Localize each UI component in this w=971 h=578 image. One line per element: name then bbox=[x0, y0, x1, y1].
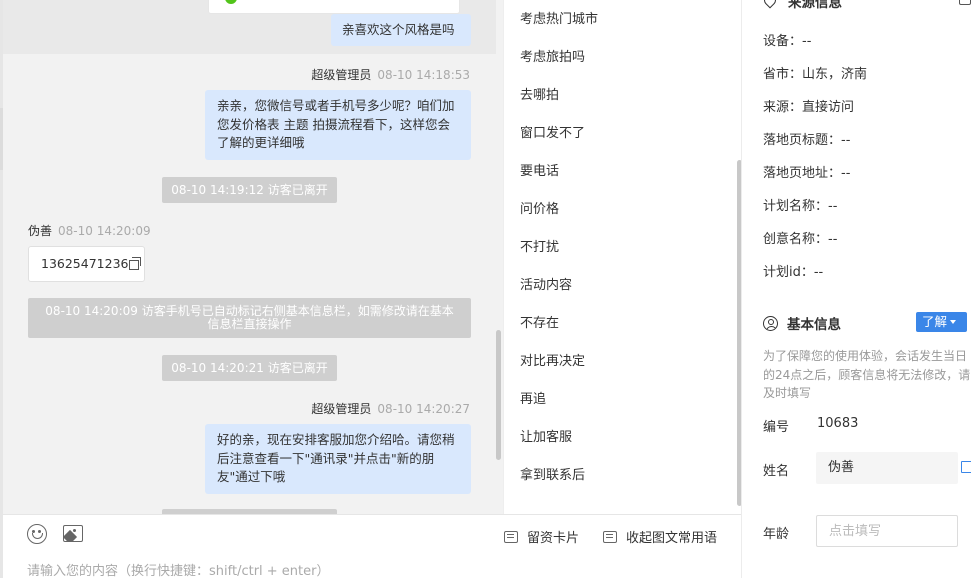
message-meta: 超级管理员 08-10 14:18:53 bbox=[311, 66, 470, 83]
phone-card[interactable]: 13625471236 bbox=[28, 246, 145, 282]
message-bubble: 亲亲，您微信号或者手机号多少呢？咱们加您发价格表 主题 拍摄流程看下，这样您会了… bbox=[205, 90, 471, 160]
message-time: 08-10 14:20:27 bbox=[377, 402, 470, 416]
source-plan-id: 计划id：-- bbox=[763, 265, 824, 280]
sender-name: 伪善 bbox=[28, 224, 53, 238]
chat-scrollbar[interactable] bbox=[496, 330, 501, 460]
quick-reply-item[interactable]: 问价格 bbox=[520, 198, 559, 217]
message-input[interactable] bbox=[27, 561, 727, 578]
collapse-phrases-button[interactable]: 收起图文常用语 bbox=[603, 527, 717, 546]
learn-more-label: 了解 bbox=[922, 314, 948, 329]
lead-card-button[interactable]: 留资卡片 bbox=[504, 527, 579, 546]
composer: 留资卡片 收起图文常用语 bbox=[3, 514, 741, 578]
system-notice: 08-10 14:20:09 访客手机号已自动标记右侧基本信息栏，如需修改请在基… bbox=[28, 298, 471, 338]
edit-icon[interactable] bbox=[961, 461, 971, 473]
quick-reply-item[interactable]: 要电话 bbox=[520, 160, 559, 179]
caret-down-icon bbox=[950, 320, 957, 324]
message-bubble: 好的亲，现在安排客服加您介绍哈。请您稍后注意查看一下"通讯录"并点击"新的朋友"… bbox=[205, 424, 471, 494]
edit-notice: 为了保障您的使用体验，会话发生当日的24点之后，顾客信息将无法修改，请及时填写 bbox=[763, 349, 971, 400]
message-bubble: 亲喜欢这个风格是吗 bbox=[331, 14, 471, 46]
quick-reply-item[interactable]: 考虑旅拍吗 bbox=[520, 46, 585, 65]
customer-info-panel: 来源信息 设备：-- 省市：山东，济南 来源：直接访问 落地页标题：-- 落地页… bbox=[742, 0, 971, 578]
quick-reply-item[interactable]: 活动内容 bbox=[520, 274, 572, 293]
card-icon bbox=[504, 531, 518, 543]
lead-card-label: 留资卡片 bbox=[527, 531, 580, 546]
source-origin: 来源：直接访问 bbox=[763, 100, 855, 115]
learn-more-button[interactable]: 了解 bbox=[916, 312, 967, 332]
top-popup bbox=[208, 0, 460, 14]
phrases-icon bbox=[603, 531, 617, 543]
quick-reply-list: 考虑热门城市 考虑旅拍吗 去哪拍 窗口发不了 要电话 问价格 不打扰 活动内容 … bbox=[503, 0, 743, 514]
id-label: 编号 bbox=[763, 420, 790, 435]
source-landing-url: 落地页地址：-- bbox=[763, 166, 851, 181]
message-time: 08-10 14:20:09 bbox=[58, 224, 151, 238]
sender-name: 超级管理员 bbox=[311, 402, 372, 416]
image-icon[interactable] bbox=[63, 525, 83, 542]
source-info-title: 来源信息 bbox=[788, 0, 842, 11]
quick-reply-item[interactable]: 让加客服 bbox=[520, 426, 572, 445]
user-icon bbox=[763, 316, 778, 331]
quick-reply-item[interactable]: 不存在 bbox=[520, 312, 559, 331]
quick-reply-item[interactable]: 拿到联系后 bbox=[520, 464, 585, 483]
basic-info-heading: 基本信息 bbox=[763, 313, 841, 333]
source-landing-title: 落地页标题：-- bbox=[763, 133, 851, 148]
left-edge bbox=[0, 0, 3, 578]
location-icon bbox=[761, 0, 779, 9]
app-window: 亲喜欢这个风格是吗 超级管理员 08-10 14:18:53 亲亲，您微信号或者手… bbox=[0, 0, 971, 578]
source-city: 省市：山东，济南 bbox=[763, 67, 868, 82]
sender-name: 超级管理员 bbox=[311, 68, 372, 82]
message-time: 08-10 14:18:53 bbox=[377, 68, 470, 82]
id-value: 10683 bbox=[817, 416, 859, 431]
success-icon bbox=[225, 0, 237, 4]
name-field[interactable]: 伪善 bbox=[816, 452, 958, 484]
message-meta: 超级管理员 08-10 14:20:27 bbox=[311, 400, 470, 417]
age-label: 年龄 bbox=[763, 527, 790, 542]
age-field[interactable] bbox=[816, 515, 958, 547]
phone-number: 13625471236 bbox=[41, 256, 129, 271]
edit-icon[interactable] bbox=[959, 0, 971, 5]
quick-reply-item[interactable]: 去哪拍 bbox=[520, 84, 559, 103]
system-notice: 08-10 14:19:12 访客已离开 bbox=[162, 177, 337, 203]
emoji-icon[interactable] bbox=[27, 524, 47, 544]
copy-icon[interactable] bbox=[129, 257, 142, 270]
quick-reply-item[interactable]: 考虑热门城市 bbox=[520, 8, 598, 27]
quick-reply-item[interactable]: 窗口发不了 bbox=[520, 122, 585, 141]
system-notice: 08-10 14:20:21 访客已离开 bbox=[162, 355, 337, 381]
source-plan-name: 计划名称：-- bbox=[763, 199, 838, 214]
source-creative-name: 创意名称：-- bbox=[763, 232, 838, 247]
quick-reply-item[interactable]: 对比再决定 bbox=[520, 350, 585, 369]
collapse-phrases-label: 收起图文常用语 bbox=[626, 531, 718, 546]
basic-info-title: 基本信息 bbox=[787, 317, 841, 333]
chat-panel: 亲喜欢这个风格是吗 超级管理员 08-10 14:18:53 亲亲，您微信号或者手… bbox=[0, 0, 503, 514]
message-meta: 伪善 08-10 14:20:09 bbox=[28, 222, 151, 239]
quick-reply-item[interactable]: 再追 bbox=[520, 388, 546, 407]
name-label: 姓名 bbox=[763, 464, 790, 479]
left-edge-tab bbox=[0, 108, 3, 170]
source-device: 设备：-- bbox=[763, 34, 812, 49]
quick-reply-item[interactable]: 不打扰 bbox=[520, 236, 559, 255]
